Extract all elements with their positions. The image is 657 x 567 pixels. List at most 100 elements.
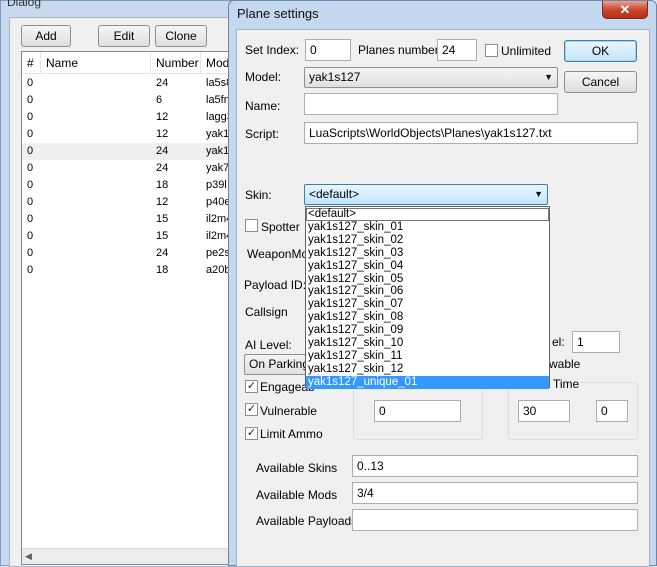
available-mods-label: Available Mods	[256, 488, 338, 502]
engageable-checkbox[interactable]: ✓	[245, 380, 258, 393]
column-header-index[interactable]: #	[22, 52, 41, 74]
available-mods-field[interactable]: 3/4	[352, 482, 638, 504]
table-row[interactable]: 0 15 il2m4	[22, 228, 240, 245]
available-skins-field[interactable]: 0..13	[352, 455, 638, 477]
cell-index: 0	[27, 77, 34, 89]
background-dialog: Dialog Add Edit Clone # Name Number Mode…	[0, 0, 241, 567]
limit-ammo-checkbox[interactable]: ✓	[245, 427, 258, 440]
table-row[interactable]: 0 18 p39l	[22, 177, 240, 194]
vulnerable-checkbox[interactable]: ✓	[245, 403, 258, 416]
skin-option[interactable]: yak1s127_skin_08	[306, 311, 549, 324]
cell-name	[41, 177, 151, 194]
cell-number: 24	[156, 162, 169, 174]
skin-option[interactable]: <default>	[306, 208, 549, 221]
payload-id-label: Payload ID:	[244, 278, 307, 292]
cell-name	[41, 194, 151, 211]
model-select-value: yak1s127	[309, 70, 361, 84]
start-state-select[interactable]: On Parking	[244, 354, 308, 375]
table-row[interactable]: 0 18 a20b	[22, 262, 240, 279]
cell-number: 18	[156, 264, 169, 276]
script-label: Script:	[245, 127, 280, 141]
skin-dropdown-list[interactable]: <default> yak1s127_skin_01 yak1s127_skin_0…	[305, 206, 550, 389]
cell-number: 6	[156, 94, 163, 106]
table-row[interactable]: 0 6 la5fn	[22, 92, 240, 109]
cell-index: 0	[27, 162, 34, 174]
planes-number-label: Planes number:	[358, 43, 443, 57]
skin-select-value: <default>	[309, 187, 360, 201]
chevron-down-icon: ▼	[534, 189, 543, 199]
set-index-field[interactable]: 0	[305, 39, 351, 61]
name-field[interactable]	[304, 93, 558, 115]
skin-option[interactable]: yak1s127_skin_07	[306, 298, 549, 311]
cell-name	[41, 75, 151, 92]
table-row[interactable]: 0 12 yak1	[22, 126, 240, 143]
skin-option[interactable]: yak1s127_skin_12	[306, 363, 549, 376]
scroll-left-icon[interactable]: ◀	[25, 551, 32, 562]
cell-index: 0	[27, 145, 34, 157]
script-field[interactable]: LuaScripts\WorldObjects\Planes\yak1s127.…	[304, 122, 638, 144]
cell-index: 0	[27, 213, 34, 225]
cell-index: 0	[27, 179, 34, 191]
skin-option[interactable]: yak1s127_skin_06	[306, 285, 549, 298]
name-label: Name:	[245, 99, 281, 113]
skin-select[interactable]: <default> ▼	[304, 184, 548, 205]
skin-option[interactable]: yak1s127_unique_01	[306, 375, 549, 389]
cell-index: 0	[27, 94, 34, 106]
cell-index: 0	[27, 128, 34, 140]
set-index-label: Set Index:	[245, 43, 300, 57]
chevron-down-icon: ▼	[544, 72, 553, 82]
cell-name	[41, 245, 151, 262]
planes-list[interactable]: # Name Number Model 0 24 la5s8 0 6 la5fn 0 12 la…	[21, 51, 241, 565]
clone-button[interactable]: Clone	[155, 25, 207, 47]
spotter-checkbox[interactable]	[245, 219, 258, 232]
skin-option[interactable]: yak1s127_skin_05	[306, 273, 549, 286]
group-value-field[interactable]: 0	[374, 400, 461, 422]
cell-number: 15	[156, 213, 169, 225]
cell-name	[41, 92, 151, 109]
table-row[interactable]: 0 24 yak1	[22, 143, 240, 160]
ok-button[interactable]: OK	[564, 40, 637, 62]
skin-option[interactable]: yak1s127_skin_03	[306, 247, 549, 260]
table-row[interactable]: 0 12 lagg3	[22, 109, 240, 126]
cell-number: 12	[156, 196, 169, 208]
horizontal-scrollbar[interactable]: ◀	[22, 548, 240, 564]
available-payloads-label: Available Payloads	[256, 514, 358, 528]
model-select[interactable]: yak1s127 ▼	[304, 67, 558, 88]
column-header-name[interactable]: Name	[41, 52, 151, 74]
cell-name	[41, 262, 151, 279]
spotter-label: Spotter	[261, 220, 300, 234]
cancel-button[interactable]: Cancel	[564, 71, 637, 93]
limit-ammo-label: Limit Ammo	[260, 427, 323, 441]
cell-number: 12	[156, 128, 169, 140]
skin-option[interactable]: yak1s127_skin_04	[306, 260, 549, 273]
add-button[interactable]: Add	[21, 25, 71, 47]
skin-option[interactable]: yak1s127_skin_01	[306, 221, 549, 234]
cell-number: 12	[156, 111, 169, 123]
window-title: Plane settings	[237, 6, 319, 21]
level-field[interactable]: 1	[572, 331, 620, 353]
unlimited-checkbox[interactable]	[485, 44, 498, 57]
cell-name	[41, 126, 151, 143]
skin-option[interactable]: yak1s127_skin_10	[306, 337, 549, 350]
cell-name	[41, 211, 151, 228]
skin-option[interactable]: yak1s127_skin_09	[306, 324, 549, 337]
cell-number: 15	[156, 230, 169, 242]
edit-button[interactable]: Edit	[98, 25, 150, 47]
table-row[interactable]: 0 24 yak7	[22, 160, 240, 177]
planes-number-field[interactable]: 24	[437, 39, 477, 61]
available-payloads-field[interactable]	[352, 509, 638, 531]
table-row[interactable]: 0 24 la5s8	[22, 75, 240, 92]
table-row[interactable]: 0 12 p40e	[22, 194, 240, 211]
column-header-number[interactable]: Number	[151, 52, 201, 74]
table-row[interactable]: 0 15 il2m4	[22, 211, 240, 228]
skin-option[interactable]: yak1s127_skin_11	[306, 350, 549, 363]
close-icon[interactable]: ✕	[602, 1, 648, 19]
skin-option[interactable]: yak1s127_skin_02	[306, 234, 549, 247]
time-field-1[interactable]: 30	[518, 400, 570, 422]
time-field-2[interactable]: 0	[596, 400, 628, 422]
cell-number: 24	[156, 247, 169, 259]
wable-label-fragment: wable	[549, 357, 581, 371]
vulnerable-label: Vulnerable	[260, 404, 317, 418]
cell-index: 0	[27, 111, 34, 123]
table-row[interactable]: 0 24 pe2s	[22, 245, 240, 262]
